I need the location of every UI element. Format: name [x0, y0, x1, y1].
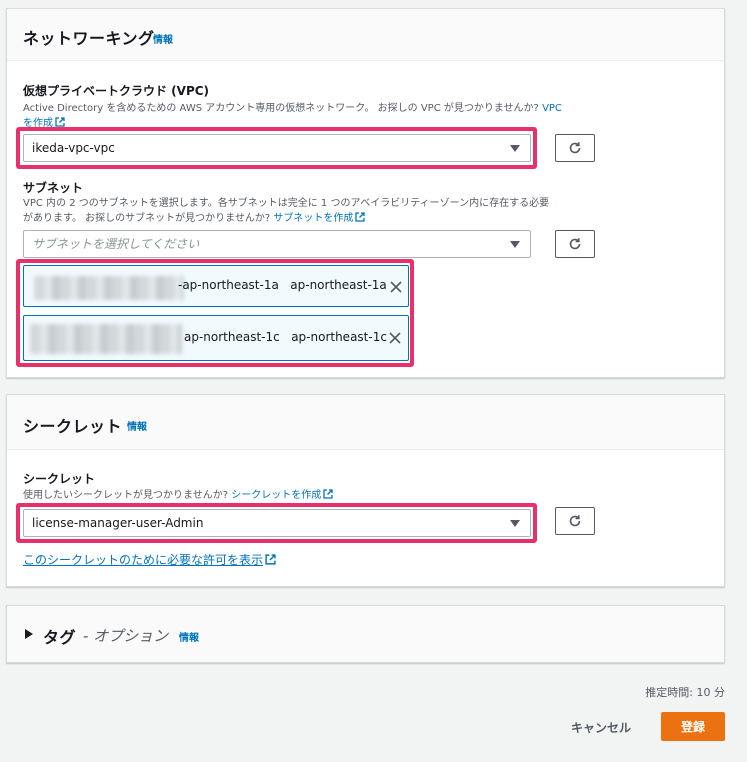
submit-button-label: 登録 [680, 720, 705, 734]
external-link-icon [355, 212, 366, 222]
refresh-icon [569, 142, 581, 154]
external-link-icon [323, 489, 333, 499]
secret-select[interactable]: license-manager-user-Admin [23, 509, 531, 537]
tags-optional: - オプション [83, 627, 169, 645]
create-subnet-link[interactable]: サブネットを作成 [273, 212, 366, 224]
subnet-refresh-button[interactable] [555, 230, 595, 258]
subnet-token: ap-northeast-1c ap-northeast-1c [23, 315, 409, 361]
subnet-description-line1: VPC 内の 2 つのサブネットを選択します。各サブネットは完全に 1 つのアベ… [23, 198, 550, 209]
secret-refresh-button[interactable] [555, 507, 595, 535]
vpc-refresh-button[interactable] [555, 134, 595, 162]
caret-down-icon [510, 241, 520, 248]
tags-info-link[interactable]: 情報 [179, 629, 199, 644]
caret-down-icon [510, 145, 520, 152]
secret-description: 使用したいシークレットが見つかりませんか? シークレットを作成 [23, 488, 603, 503]
secret-permissions-link[interactable]: このシークレットのために必要な許可を表示 [23, 551, 276, 568]
subnet-description-line2: があります。 お探しのサブネットが見つかりませんか? [23, 213, 271, 224]
secret-info-link[interactable]: 情報 [127, 418, 147, 433]
secret-header: シークレット 情報 [7, 395, 724, 450]
networking-info-link[interactable]: 情報 [153, 31, 173, 46]
subnet-token-label: -ap-northeast-1a ap-northeast-1a [178, 278, 387, 292]
external-link-icon [55, 117, 65, 127]
redacted-subnet-id [34, 276, 184, 300]
secret-description-text: 使用したいシークレットが見つかりませんか? [23, 490, 229, 501]
close-icon[interactable] [389, 332, 401, 344]
subnet-select-placeholder: サブネットを選択してください [32, 237, 200, 251]
refresh-icon [569, 515, 581, 527]
vpc-label: 仮想プライベートクラウド (VPC) [23, 84, 210, 98]
create-secret-link[interactable]: シークレットを作成 [231, 489, 333, 501]
secret-select-value: license-manager-user-Admin [32, 516, 204, 530]
subnet-description: VPC 内の 2 つのサブネットを選択します。各サブネットは完全に 1 つのアベ… [23, 196, 603, 226]
caret-down-icon [510, 520, 520, 527]
networking-panel: ネットワーキング 情報 仮想プライベートクラウド (VPC) Active Di… [6, 8, 725, 378]
subnet-token-label: ap-northeast-1c ap-northeast-1c [184, 330, 387, 344]
estimated-time: 推定時間: 10 分 [645, 686, 725, 699]
subnet-token: -ap-northeast-1a ap-northeast-1a [23, 265, 409, 307]
subnet-label: サブネット [23, 181, 84, 195]
caret-right-icon [25, 629, 33, 639]
cancel-button[interactable]: キャンセル [571, 719, 631, 736]
vpc-description-text: Active Directory を含めるための AWS アカウント専用の仮想ネ… [23, 103, 539, 114]
secret-panel: シークレット 情報 シークレット 使用したいシークレットが見つかりませんか? シ… [6, 394, 725, 587]
vpc-select[interactable]: ikeda-vpc-vpc [23, 134, 531, 162]
tags-title: タグ [43, 628, 77, 647]
external-link-icon [265, 554, 276, 565]
refresh-icon [569, 238, 581, 250]
redacted-subnet-id [30, 324, 182, 354]
networking-header: ネットワーキング 情報 [7, 9, 724, 61]
vpc-select-value: ikeda-vpc-vpc [32, 141, 115, 155]
networking-title: ネットワーキング [23, 29, 155, 48]
secret-label: シークレット [23, 472, 96, 486]
tags-panel[interactable]: タグ - オプション 情報 [6, 605, 725, 663]
submit-button[interactable]: 登録 [661, 712, 725, 741]
subnet-select[interactable]: サブネットを選択してください [23, 230, 531, 258]
secret-title: シークレット [23, 417, 123, 436]
close-icon[interactable] [390, 281, 402, 293]
